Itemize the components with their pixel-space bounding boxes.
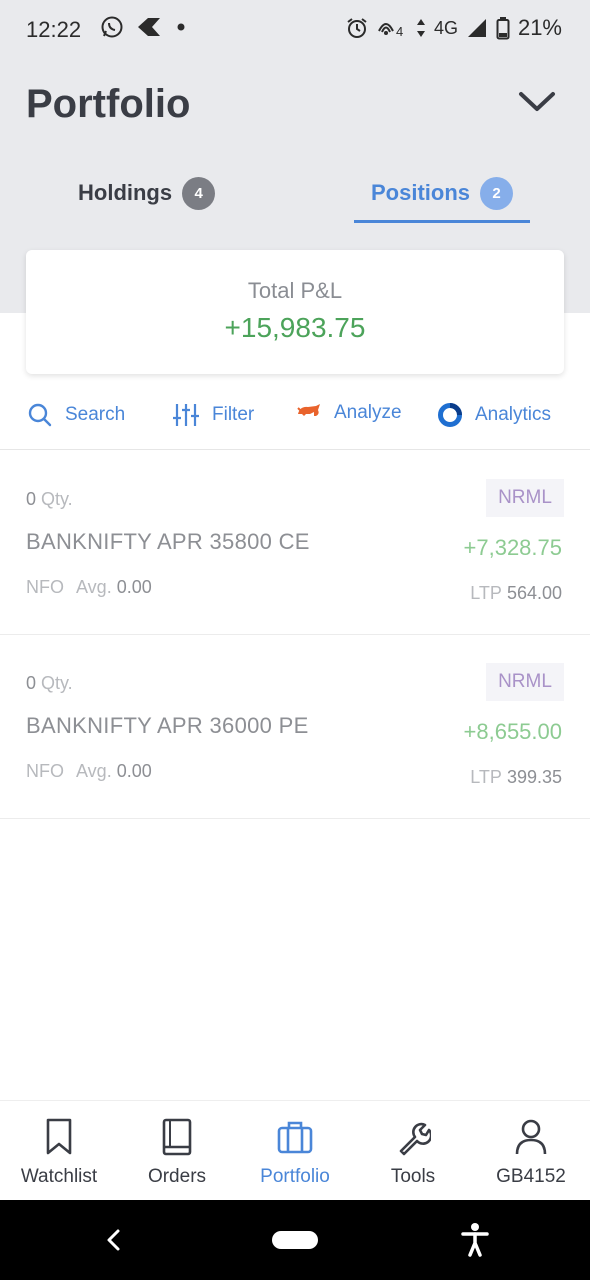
position-ltp-label: LTP bbox=[470, 583, 502, 603]
nav-account[interactable]: GB4152 bbox=[472, 1101, 590, 1201]
search-button[interactable]: Search bbox=[27, 402, 125, 428]
total-pnl-value: +15,983.75 bbox=[224, 312, 366, 343]
analyze-label: Analyze bbox=[334, 402, 402, 423]
position-qty-label: Qty. bbox=[41, 489, 73, 509]
analytics-label: Analytics bbox=[475, 404, 552, 425]
position-qty-value: 0 bbox=[26, 673, 37, 693]
status-bar: 12:22 4 4G 21% bbox=[0, 0, 590, 60]
nav-orders[interactable]: Orders bbox=[118, 1101, 236, 1201]
data-arrows-icon bbox=[416, 19, 425, 37]
accessibility-icon[interactable] bbox=[460, 1222, 490, 1258]
analytics-button[interactable]: Analytics bbox=[437, 402, 551, 428]
nav-orders-label: Orders bbox=[147, 1166, 207, 1187]
nav-account-label: GB4152 bbox=[496, 1166, 566, 1187]
search-label: Search bbox=[65, 404, 126, 425]
active-tab-indicator bbox=[354, 220, 530, 223]
whatsapp-icon bbox=[101, 16, 123, 38]
briefcase-icon bbox=[277, 1121, 313, 1154]
position-avg-value: 0.00 bbox=[116, 577, 152, 597]
analyze-button[interactable]: Analyze bbox=[296, 402, 402, 424]
nav-watchlist[interactable]: Watchlist bbox=[0, 1101, 118, 1201]
battery-percent: 21% bbox=[517, 15, 562, 40]
tab-positions-label: Positions bbox=[371, 180, 471, 205]
position-qty: 0 Qty. bbox=[26, 673, 73, 694]
position-pnl: +7,328.75 bbox=[463, 535, 562, 560]
position-qty: 0 Qty. bbox=[26, 489, 73, 510]
total-pnl-label: Total P&L bbox=[247, 278, 343, 303]
tab-holdings-label: Holdings bbox=[78, 180, 173, 205]
wrench-icon bbox=[399, 1122, 431, 1156]
position-avg-label: Avg. bbox=[76, 577, 112, 597]
position-ltp: LTP 399.35 bbox=[470, 767, 562, 788]
home-pill-button[interactable] bbox=[272, 1231, 318, 1249]
user-icon bbox=[515, 1119, 547, 1155]
nav-portfolio[interactable]: Portfolio bbox=[236, 1101, 354, 1201]
action-bar: Search Filter Analyze Analytics bbox=[0, 392, 590, 450]
position-avg-value: 0.00 bbox=[116, 761, 152, 781]
dot-icon bbox=[177, 23, 185, 31]
position-meta: NFO Avg. 0.00 bbox=[26, 577, 152, 598]
position-qty-label: Qty. bbox=[41, 673, 73, 693]
filter-button[interactable]: Filter bbox=[172, 402, 254, 428]
position-pnl: +8,655.00 bbox=[463, 719, 562, 744]
nav-watchlist-label: Watchlist bbox=[20, 1166, 98, 1187]
position-ltp-value: 399.35 bbox=[506, 767, 562, 787]
book-icon bbox=[162, 1118, 192, 1156]
nav-tools[interactable]: Tools bbox=[354, 1101, 472, 1201]
positions-count-badge: 2 bbox=[480, 176, 514, 210]
app-icon bbox=[138, 18, 160, 36]
alarm-icon bbox=[347, 18, 367, 38]
position-symbol: BANKNIFTY APR 35800 CE bbox=[26, 529, 310, 554]
bookmark-icon bbox=[46, 1118, 72, 1155]
analytics-ring-icon bbox=[438, 403, 462, 427]
position-row[interactable]: 0 Qty. BANKNIFTY APR 35800 CE NFO Avg. 0.00… bbox=[0, 451, 590, 635]
position-meta: NFO Avg. 0.00 bbox=[26, 761, 152, 782]
tab-holdings[interactable]: Holdings 4 bbox=[78, 170, 216, 216]
filter-sliders-icon bbox=[173, 404, 199, 426]
svg-text:4: 4 bbox=[396, 24, 403, 39]
network-type: 4G bbox=[433, 17, 458, 38]
nav-tools-label: Tools bbox=[390, 1166, 436, 1187]
back-icon[interactable] bbox=[104, 1228, 124, 1252]
tab-positions[interactable]: Positions 2 bbox=[371, 170, 514, 216]
position-exchange: NFO bbox=[26, 761, 64, 781]
signal-icon bbox=[467, 19, 486, 37]
position-row[interactable]: 0 Qty. BANKNIFTY APR 36000 PE NFO Avg. 0.00… bbox=[0, 635, 590, 819]
position-ltp-value: 564.00 bbox=[506, 583, 562, 603]
hotspot-icon: 4 bbox=[378, 23, 403, 39]
filter-label: Filter bbox=[212, 404, 255, 425]
search-icon bbox=[28, 403, 52, 427]
position-ltp-label: LTP bbox=[470, 767, 502, 787]
bottom-nav: Watchlist Orders Portfolio Tools GB4152 bbox=[0, 1100, 590, 1200]
chevron-down-icon[interactable] bbox=[518, 90, 556, 114]
status-time: 12:22 bbox=[26, 17, 82, 42]
position-ltp: LTP 564.00 bbox=[470, 583, 562, 604]
position-qty-value: 0 bbox=[26, 489, 37, 509]
position-avg-label: Avg. bbox=[76, 761, 112, 781]
position-symbol: BANKNIFTY APR 36000 PE bbox=[26, 713, 309, 738]
product-type-badge: NRML bbox=[486, 479, 564, 517]
holdings-count-badge: 4 bbox=[182, 176, 216, 210]
analyze-bull-icon bbox=[297, 404, 320, 416]
position-exchange: NFO bbox=[26, 577, 64, 597]
page-title: Portfolio bbox=[26, 82, 191, 126]
battery-icon bbox=[496, 17, 510, 40]
nav-portfolio-label: Portfolio bbox=[260, 1166, 330, 1187]
product-type-badge: NRML bbox=[486, 663, 564, 701]
system-nav-bar bbox=[0, 1200, 590, 1280]
total-pnl-card: Total P&L +15,983.75 bbox=[26, 250, 564, 374]
